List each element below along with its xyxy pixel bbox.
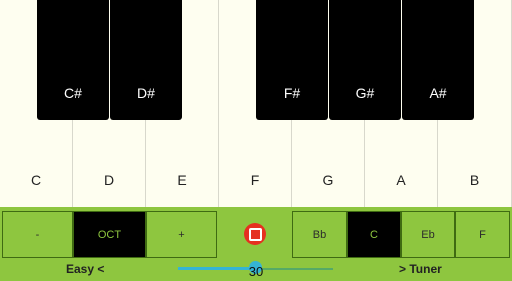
key-button-c[interactable]: C <box>347 211 401 258</box>
key-label: F <box>250 172 260 188</box>
key-button-bb[interactable]: Bb <box>292 211 347 258</box>
black-key-d-sharp[interactable]: D# <box>110 0 182 120</box>
key-label: A# <box>429 85 447 101</box>
black-key-c-sharp[interactable]: C# <box>37 0 109 120</box>
piano-keyboard: C D E F G A B C# D# F# G# A# <box>0 0 512 207</box>
black-key-f-sharp[interactable]: F# <box>256 0 328 120</box>
key-label: D <box>103 172 115 188</box>
key-label: B <box>469 172 480 188</box>
octave-down-button[interactable]: - <box>2 211 73 258</box>
octave-label: OCT <box>73 211 146 258</box>
key-button-eb[interactable]: Eb <box>401 211 455 258</box>
black-key-a-sharp[interactable]: A# <box>402 0 474 120</box>
key-label: A <box>396 172 406 188</box>
key-label: G <box>322 172 334 188</box>
key-button-f[interactable]: F <box>455 211 510 258</box>
tempo-slider-value: 30 <box>248 264 264 279</box>
key-label: D# <box>137 85 155 101</box>
control-bar: - OCT + Bb C Eb F Easy < 30 > Tuner <box>0 207 512 281</box>
record-stop-button[interactable] <box>244 223 266 245</box>
mode-toggle-easy[interactable]: Easy < <box>66 262 104 276</box>
key-label: E <box>177 172 187 188</box>
key-label: F# <box>283 85 301 101</box>
key-label: C# <box>64 85 82 101</box>
key-label: C <box>30 172 42 188</box>
key-label: G# <box>355 85 375 101</box>
tuner-link[interactable]: > Tuner <box>399 262 442 276</box>
octave-up-button[interactable]: + <box>146 211 217 258</box>
stop-icon <box>248 227 262 241</box>
black-key-g-sharp[interactable]: G# <box>329 0 401 120</box>
